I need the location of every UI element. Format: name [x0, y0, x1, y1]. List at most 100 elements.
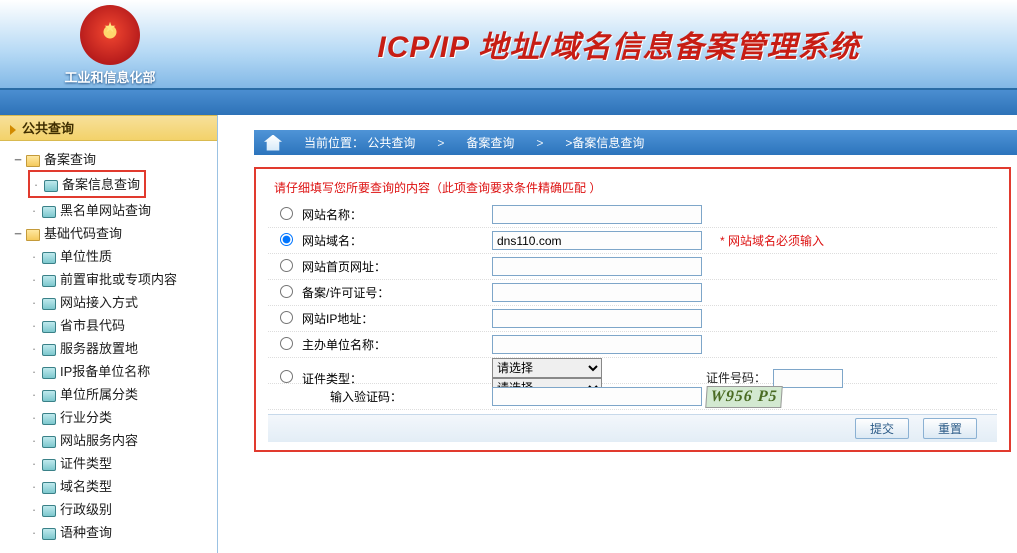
input-sponsor[interactable]: [492, 335, 702, 354]
sidebar-group-basecode[interactable]: − 基础代码查询: [12, 221, 213, 244]
label-cert-type: 证件类型：: [300, 370, 492, 387]
radio-domain[interactable]: [280, 233, 293, 246]
sidebar-item-label: 单位性质: [60, 249, 112, 264]
sidebar-item-domain-type[interactable]: ·域名类型: [28, 474, 213, 497]
page-icon: [42, 298, 56, 310]
sidebar-group-beian[interactable]: − 备案查询: [12, 147, 213, 170]
label-license: 备案/许可证号：: [300, 284, 492, 301]
reset-button[interactable]: 重置: [923, 418, 977, 439]
sidebar-item-label: IP报备单位名称: [60, 364, 150, 379]
sidebar-item-unit-nature[interactable]: ·单位性质: [28, 244, 213, 267]
radio-home-url[interactable]: [280, 259, 293, 272]
page-icon: [42, 528, 56, 540]
highlighted-item-box: ·备案信息查询: [28, 170, 146, 198]
input-captcha[interactable]: [492, 387, 702, 406]
collapse-icon: −: [12, 152, 24, 167]
sidebar-item-service-content[interactable]: ·网站服务内容: [28, 428, 213, 451]
input-site-name[interactable]: [492, 205, 702, 224]
row-cert-type: 证件类型： 请选择 请选择 证件号码：: [268, 358, 997, 384]
content-panel: 当前位置： 公共查询 > 备案查询 > >备案信息查询 请仔细填写您所要查询的内…: [218, 115, 1017, 553]
national-emblem-icon: [80, 5, 140, 65]
select-cert-type-1[interactable]: 请选择: [492, 358, 602, 378]
sidebar-item-label: 语种查询: [60, 525, 112, 540]
sidebar-item-cert-type[interactable]: ·证件类型: [28, 451, 213, 474]
sidebar-tree: − 备案查询 ·备案信息查询 · 黑名单网站查询 − 基础代码查询 ·单位性质 ·前置…: [0, 141, 217, 553]
leaf-icon: ·: [28, 203, 40, 218]
chevron-right-icon: >: [536, 136, 543, 150]
page-icon: [42, 252, 56, 264]
sidebar-item-label: 基础代码查询: [44, 226, 122, 241]
sidebar-item-label: 服务器放置地: [60, 341, 138, 356]
breadcrumb-item[interactable]: 备案查询: [466, 134, 514, 151]
sidebar-item-label: 省市县代码: [60, 318, 125, 333]
sidebar-item-unit-classify[interactable]: ·单位所属分类: [28, 382, 213, 405]
sidebar-item-label: 网站接入方式: [60, 295, 138, 310]
sidebar-item-ip-report-unit[interactable]: ·IP报备单位名称: [28, 359, 213, 382]
page-title: ICP/IP 地址/域名信息备案管理系统: [220, 22, 1017, 66]
sidebar-item-label: 备案查询: [44, 152, 96, 167]
radio-license[interactable]: [280, 285, 293, 298]
sidebar-section-header[interactable]: 公共查询: [0, 115, 217, 141]
row-site-name: 网站名称：: [268, 202, 997, 228]
sidebar-item-label: 网站服务内容: [60, 433, 138, 448]
org-name: 工业和信息化部: [0, 67, 220, 86]
page-icon: [42, 482, 56, 494]
radio-sponsor[interactable]: [280, 337, 293, 350]
label-home-url: 网站首页网址：: [300, 258, 492, 275]
input-license[interactable]: [492, 283, 702, 302]
row-captcha: 输入验证码： W956 P5: [268, 384, 997, 410]
page-icon: [42, 413, 56, 425]
row-domain: 网站域名： * 网站域名必须输入: [268, 228, 997, 254]
sidebar-item-admin-level[interactable]: ·行政级别: [28, 497, 213, 520]
sidebar-item-label: 行政级别: [60, 502, 112, 517]
input-ip[interactable]: [492, 309, 702, 328]
sidebar-item-server-loc[interactable]: ·服务器放置地: [28, 336, 213, 359]
sidebar-basecode-list: ·单位性质 ·前置审批或专项内容 ·网站接入方式 ·省市县代码 ·服务器放置地 …: [12, 244, 213, 543]
label-cert-no: 证件号码：: [706, 371, 766, 385]
row-home-url: 网站首页网址：: [268, 254, 997, 280]
label-sponsor: 主办单位名称：: [300, 336, 492, 353]
home-icon[interactable]: [264, 135, 282, 151]
label-site-name: 网站名称：: [300, 206, 492, 223]
row-ip: 网站IP地址：: [268, 306, 997, 332]
submit-button[interactable]: 提交: [855, 418, 909, 439]
sidebar-item-access-type[interactable]: ·网站接入方式: [28, 290, 213, 313]
sidebar: 公共查询 − 备案查询 ·备案信息查询 · 黑名单网站查询 − 基础代码查询 ·单位性…: [0, 115, 218, 553]
sidebar-item-region-code[interactable]: ·省市县代码: [28, 313, 213, 336]
sidebar-item-language[interactable]: ·语种查询: [28, 520, 213, 543]
folder-icon: [26, 229, 40, 241]
collapse-icon: −: [12, 226, 24, 241]
emblem-block: 工业和信息化部: [0, 3, 220, 86]
sidebar-item-label: 前置审批或专项内容: [60, 272, 177, 287]
sidebar-item-industry[interactable]: ·行业分类: [28, 405, 213, 428]
captcha-image[interactable]: W956 P5: [705, 386, 783, 408]
sidebar-item-blacklist[interactable]: · 黑名单网站查询: [28, 198, 213, 221]
breadcrumb-item[interactable]: 公共查询: [367, 136, 415, 150]
input-domain[interactable]: [492, 231, 702, 250]
row-license: 备案/许可证号：: [268, 280, 997, 306]
header: 工业和信息化部 ICP/IP 地址/域名信息备案管理系统: [0, 0, 1017, 90]
radio-ip[interactable]: [280, 311, 293, 324]
radio-cert-type[interactable]: [280, 370, 293, 383]
page-icon: [42, 321, 56, 333]
page-icon: [42, 344, 56, 356]
sidebar-item-label: 域名类型: [60, 479, 112, 494]
sidebar-item-beian-info[interactable]: ·备案信息查询: [30, 172, 140, 195]
sidebar-item-label: 黑名单网站查询: [60, 203, 151, 218]
page-icon: [42, 367, 56, 379]
header-divider-bar: [0, 90, 1017, 115]
form-instruction: 请仔细填写您所要查询的内容（此项查询要求条件精确匹配 ）: [274, 179, 997, 196]
input-home-url[interactable]: [492, 257, 702, 276]
radio-site-name[interactable]: [280, 207, 293, 220]
sidebar-item-label: 证件类型: [60, 456, 112, 471]
page-icon: [42, 390, 56, 402]
breadcrumb-item[interactable]: >备案信息查询: [565, 134, 644, 151]
sidebar-item-label: 备案信息查询: [62, 177, 140, 192]
label-captcha: 输入验证码：: [300, 388, 492, 405]
page-icon: [42, 459, 56, 471]
chevron-right-icon: >: [437, 136, 444, 150]
page-icon: [42, 436, 56, 448]
sidebar-item-pre-approval[interactable]: ·前置审批或专项内容: [28, 267, 213, 290]
sidebar-item-label: 行业分类: [60, 410, 112, 425]
label-domain: 网站域名：: [300, 232, 492, 249]
